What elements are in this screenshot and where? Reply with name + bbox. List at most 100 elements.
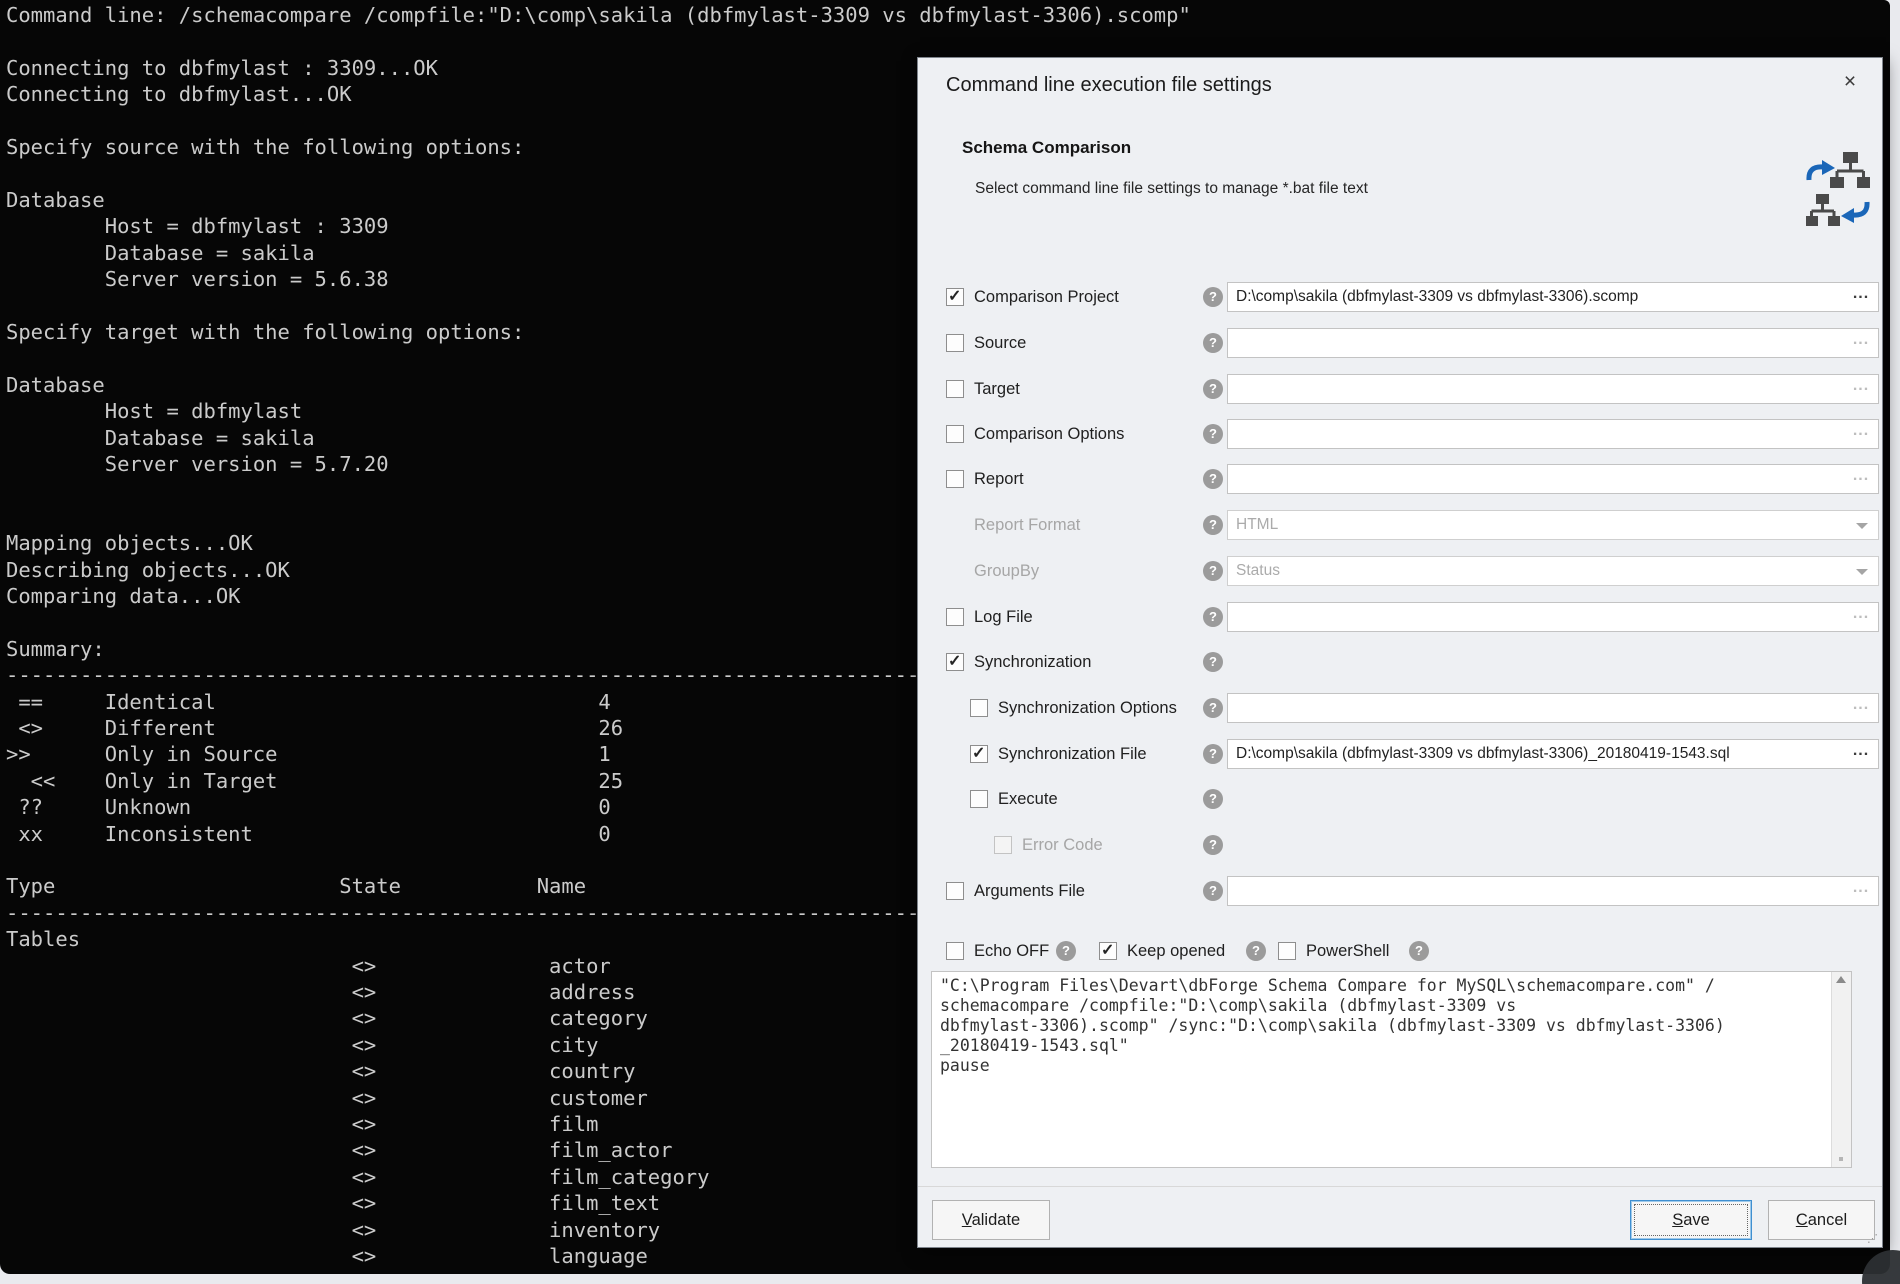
help-icon[interactable]: ?: [1246, 941, 1266, 961]
help-icon[interactable]: ?: [1203, 424, 1223, 444]
synchronization-file-input[interactable]: [1228, 740, 1878, 768]
report-checkbox[interactable]: [946, 470, 964, 488]
report-field-wrap: ...: [1227, 464, 1879, 494]
help-icon[interactable]: ?: [1203, 789, 1223, 809]
row-comparison-project: Comparison Project ? ...: [918, 281, 1882, 313]
scrollbar[interactable]: [1831, 972, 1851, 1167]
help-icon[interactable]: ?: [1203, 835, 1223, 855]
browse-button[interactable]: ...: [1848, 285, 1874, 309]
row-bat-options: Echo OFF ? Keep opened ? PowerShell ?: [918, 935, 1882, 967]
comparison-options-label: Comparison Options: [974, 418, 1124, 450]
comparison-options-input[interactable]: [1228, 420, 1878, 448]
synchronization-options-checkbox[interactable]: [970, 699, 988, 717]
synchronization-label: Synchronization: [974, 646, 1091, 678]
chevron-down-icon: [1856, 523, 1868, 529]
bat-textarea[interactable]: "C:\Program Files\Devart\dbForge Schema …: [932, 972, 1828, 1165]
schema-comparison-subtitle: Select command line file settings to man…: [975, 180, 1368, 198]
help-icon[interactable]: ?: [1203, 333, 1223, 353]
report-format-label: Report Format: [974, 509, 1080, 541]
help-icon[interactable]: ?: [1203, 881, 1223, 901]
row-target: Target ? ...: [918, 373, 1882, 405]
comparison-options-checkbox[interactable]: [946, 425, 964, 443]
target-input[interactable]: [1228, 375, 1878, 403]
powershell-label: PowerShell: [1306, 935, 1389, 967]
execute-checkbox[interactable]: [970, 790, 988, 808]
comparison-project-input[interactable]: [1228, 283, 1878, 311]
report-input[interactable]: [1228, 465, 1878, 493]
row-error-code: Error Code ?: [918, 829, 1882, 861]
help-icon[interactable]: ?: [1409, 941, 1429, 961]
save-button[interactable]: Save: [1630, 1200, 1752, 1240]
scroll-up-icon[interactable]: [1836, 976, 1846, 983]
comparison-options-field-wrap: ...: [1227, 419, 1879, 449]
scroll-down-icon[interactable]: [1839, 1157, 1843, 1161]
help-icon[interactable]: ?: [1203, 561, 1223, 581]
bat-text-panel: "C:\Program Files\Devart\dbForge Schema …: [931, 971, 1852, 1168]
row-execute: Execute ?: [918, 783, 1882, 815]
powershell-checkbox[interactable]: [1278, 942, 1296, 960]
arguments-file-input[interactable]: [1228, 877, 1878, 905]
help-icon[interactable]: ?: [1203, 607, 1223, 627]
help-icon[interactable]: ?: [1203, 515, 1223, 535]
schema-comparison-heading: Schema Comparison: [962, 138, 1131, 158]
synchronization-checkbox[interactable]: [946, 653, 964, 671]
groupby-dropdown[interactable]: Status: [1227, 556, 1879, 586]
arguments-file-checkbox[interactable]: [946, 882, 964, 900]
log-file-input[interactable]: [1228, 603, 1878, 631]
arguments-file-label: Arguments File: [974, 875, 1085, 907]
browse-button[interactable]: ...: [1848, 331, 1874, 355]
synchronization-file-field-wrap: ...: [1227, 739, 1879, 769]
help-icon[interactable]: ?: [1203, 287, 1223, 307]
resize-grip[interactable]: ⋰: [1867, 1232, 1879, 1245]
help-icon[interactable]: ?: [1203, 469, 1223, 489]
error-code-checkbox[interactable]: [994, 836, 1012, 854]
browse-button[interactable]: ...: [1848, 879, 1874, 903]
report-format-dropdown[interactable]: HTML: [1227, 510, 1879, 540]
log-file-checkbox[interactable]: [946, 608, 964, 626]
log-file-label: Log File: [974, 601, 1033, 633]
row-source: Source ? ...: [918, 327, 1882, 359]
arguments-file-field-wrap: ...: [1227, 876, 1879, 906]
row-synchronization-file: Synchronization File ? ...: [918, 738, 1882, 770]
row-log-file: Log File ? ...: [918, 601, 1882, 633]
synchronization-options-input[interactable]: [1228, 694, 1878, 722]
cancel-button[interactable]: Cancel: [1768, 1200, 1875, 1240]
source-input[interactable]: [1228, 329, 1878, 357]
row-arguments-file: Arguments File ? ...: [918, 875, 1882, 907]
synchronization-file-checkbox[interactable]: [970, 745, 988, 763]
target-field-wrap: ...: [1227, 374, 1879, 404]
help-icon[interactable]: ?: [1203, 744, 1223, 764]
groupby-label: GroupBy: [974, 555, 1039, 587]
log-file-field-wrap: ...: [1227, 602, 1879, 632]
browse-button[interactable]: ...: [1848, 742, 1874, 766]
keep-opened-checkbox[interactable]: [1099, 942, 1117, 960]
comparison-project-label: Comparison Project: [974, 281, 1119, 313]
schema-compare-icon: [1806, 150, 1870, 234]
help-icon[interactable]: ?: [1203, 698, 1223, 718]
chevron-down-icon: [1856, 569, 1868, 575]
row-synchronization-options: Synchronization Options ? ...: [918, 692, 1882, 724]
synchronization-options-field-wrap: ...: [1227, 693, 1879, 723]
browse-button[interactable]: ...: [1848, 696, 1874, 720]
row-report: Report ? ...: [918, 463, 1882, 495]
source-checkbox[interactable]: [946, 334, 964, 352]
browse-button[interactable]: ...: [1848, 467, 1874, 491]
help-icon[interactable]: ?: [1056, 941, 1076, 961]
echo-off-checkbox[interactable]: [946, 942, 964, 960]
help-icon[interactable]: ?: [1203, 652, 1223, 672]
validate-button[interactable]: Validate: [932, 1200, 1050, 1240]
browse-button[interactable]: ...: [1848, 377, 1874, 401]
source-label: Source: [974, 327, 1026, 359]
comparison-project-checkbox[interactable]: [946, 288, 964, 306]
close-icon[interactable]: ×: [1834, 66, 1866, 98]
footer-divider: [918, 1186, 1882, 1187]
row-synchronization: Synchronization ?: [918, 646, 1882, 678]
help-icon[interactable]: ?: [1203, 379, 1223, 399]
target-label: Target: [974, 373, 1020, 405]
screenshot-stage: Command line: /schemacompare /compfile:"…: [0, 0, 1900, 1284]
browse-button[interactable]: ...: [1848, 605, 1874, 629]
browse-button[interactable]: ...: [1848, 422, 1874, 446]
comparison-project-field-wrap: ...: [1227, 282, 1879, 312]
dialog-title: Command line execution file settings: [946, 74, 1272, 97]
target-checkbox[interactable]: [946, 380, 964, 398]
